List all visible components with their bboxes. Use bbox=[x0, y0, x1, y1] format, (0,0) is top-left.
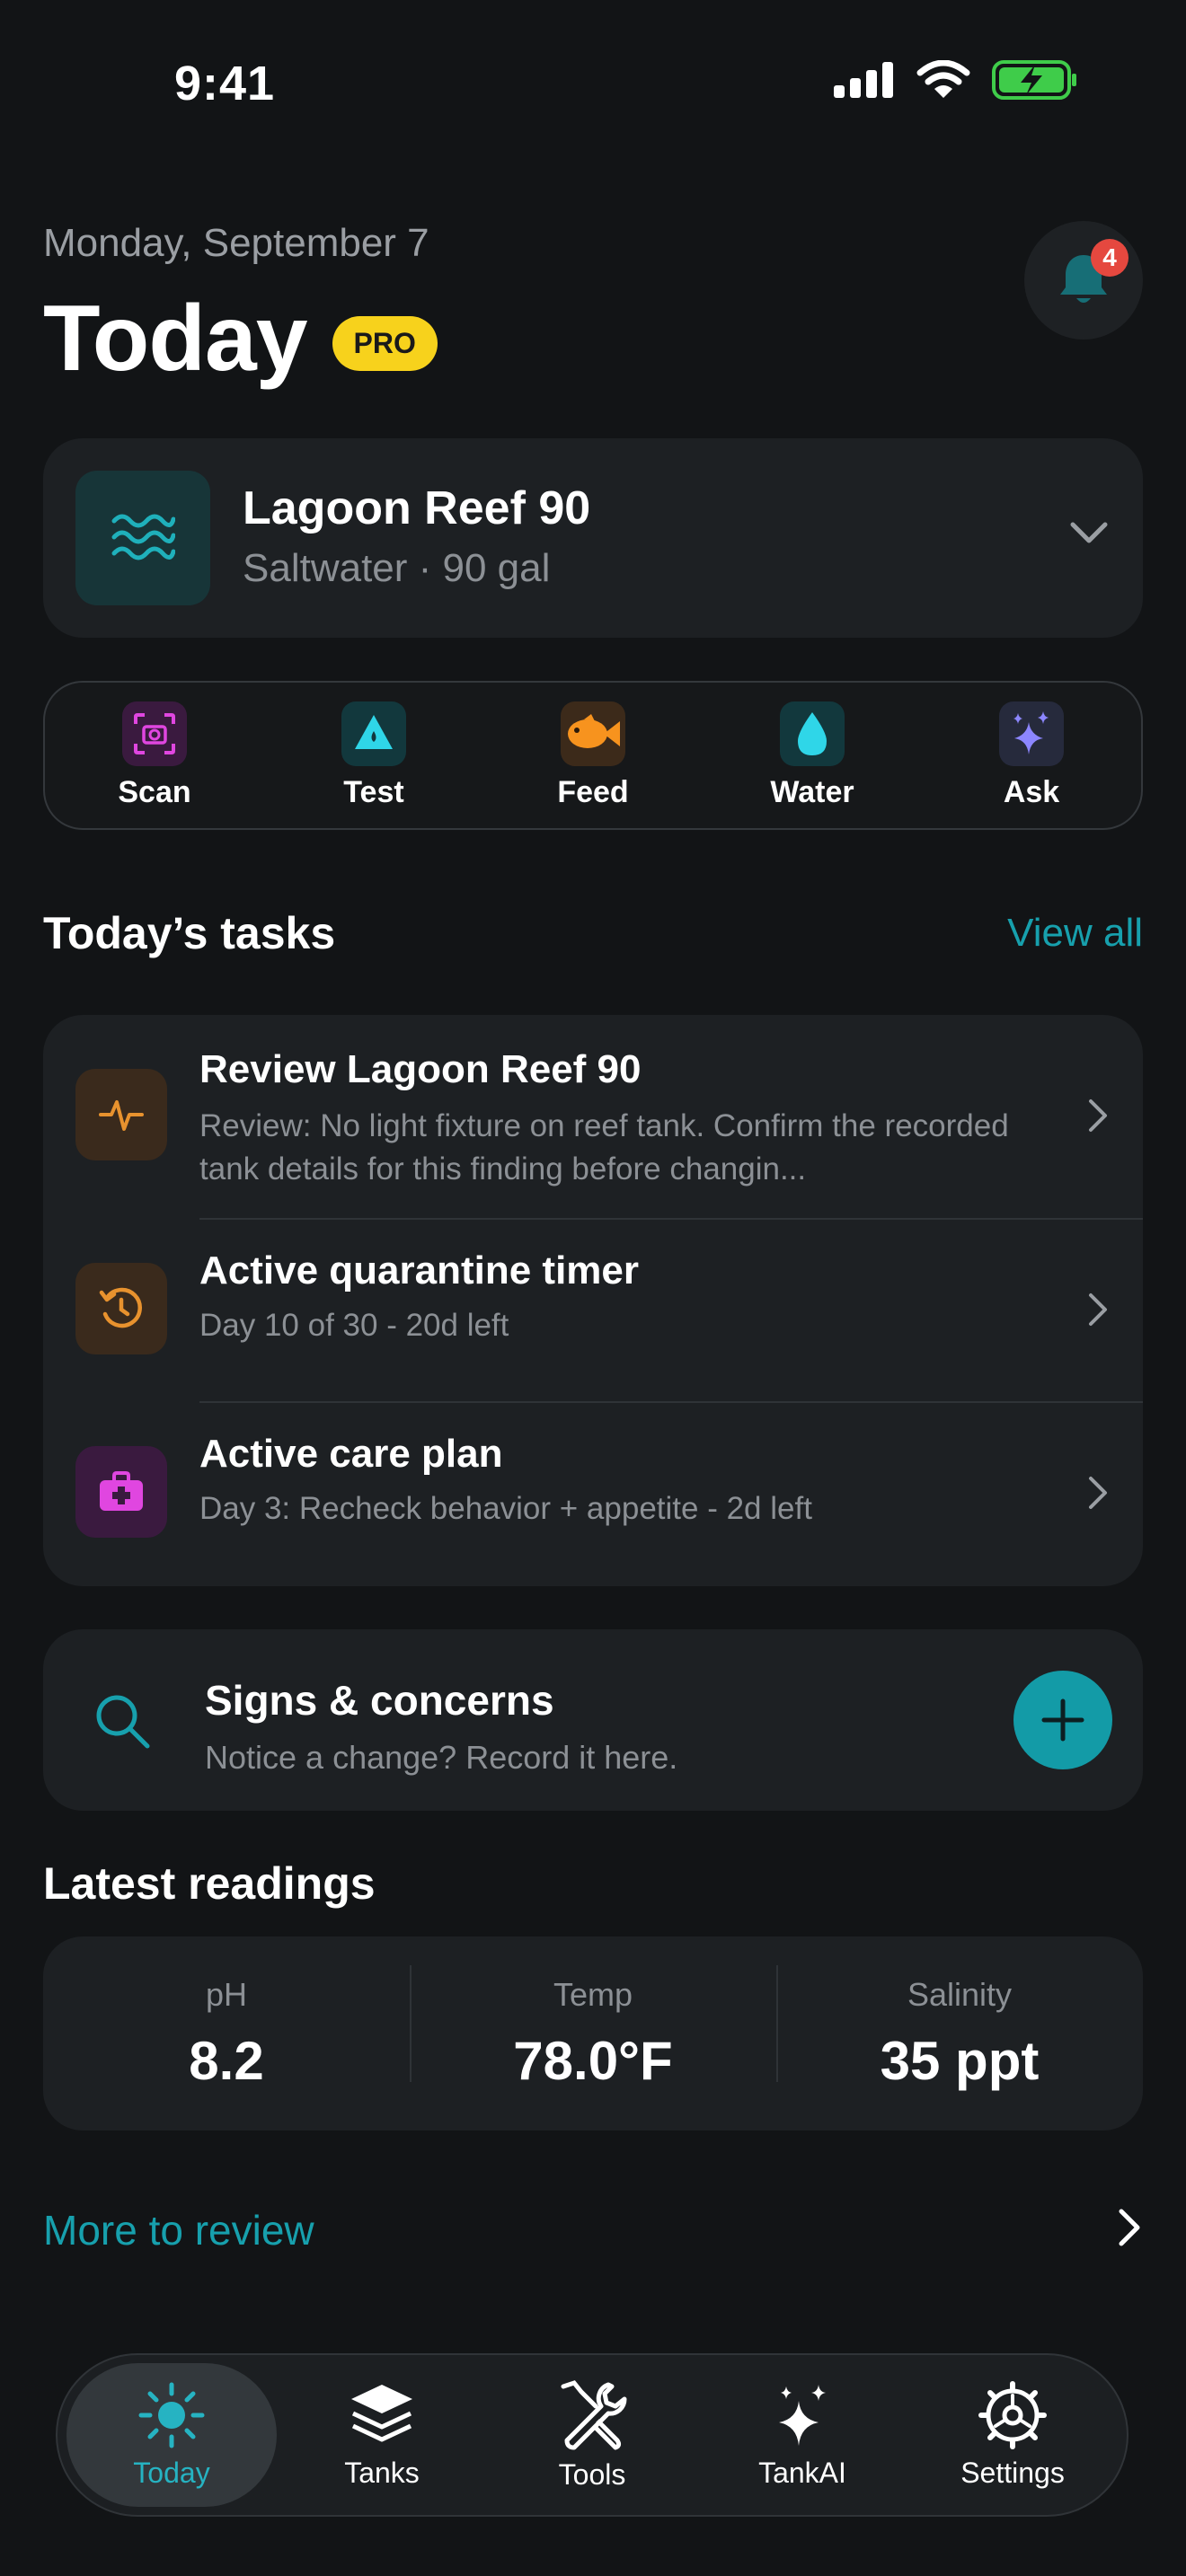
notification-count-badge: 4 bbox=[1091, 239, 1128, 277]
reading-value: 8.2 bbox=[189, 2030, 264, 2091]
title-row: Today PRO bbox=[43, 286, 438, 393]
task-title: Active quarantine timer bbox=[199, 1248, 640, 1292]
chevron-right-icon bbox=[1089, 1099, 1107, 1132]
quick-action-label: Water bbox=[770, 774, 854, 809]
quick-action-scan[interactable]: Scan bbox=[45, 683, 264, 828]
readings-section-title: Latest readings bbox=[43, 1858, 376, 1909]
task-title: Active care plan bbox=[199, 1432, 503, 1476]
sparkles-icon bbox=[779, 2384, 826, 2446]
quick-action-test[interactable]: Test bbox=[264, 683, 483, 828]
reading-value: 35 ppt bbox=[880, 2030, 1040, 2091]
medical-kit-icon bbox=[75, 1446, 167, 1538]
tab-label: TankAI bbox=[758, 2456, 846, 2489]
status-icons bbox=[834, 59, 1078, 101]
page-title: Today bbox=[43, 287, 308, 391]
readings-card[interactable]: pH 8.2 Temp 78.0°F Salinity 35 ppt bbox=[43, 1936, 1143, 2130]
fish-icon bbox=[561, 701, 625, 766]
reading-temp: Temp 78.0°F bbox=[410, 1964, 776, 2092]
tab-tankai[interactable]: TankAI bbox=[697, 2363, 907, 2507]
task-row[interactable]: Active care plan Day 3: Recheck behavior… bbox=[43, 1403, 1143, 1586]
signs-subtitle: Notice a change? Record it here. bbox=[205, 1739, 678, 1776]
reading-salinity: Salinity 35 ppt bbox=[776, 1964, 1143, 2092]
tab-label: Settings bbox=[960, 2456, 1065, 2489]
date-label: Monday, September 7 bbox=[43, 221, 429, 265]
quick-action-label: Scan bbox=[118, 774, 191, 809]
tank-name: Lagoon Reef 90 bbox=[243, 482, 591, 534]
chevron-down-icon bbox=[1070, 522, 1108, 543]
tab-today[interactable]: Today bbox=[66, 2363, 277, 2507]
tab-label: Tanks bbox=[344, 2456, 420, 2489]
status-time: 9:41 bbox=[174, 57, 276, 110]
reading-label: pH bbox=[205, 1975, 248, 2013]
quick-action-label: Test bbox=[343, 774, 404, 809]
tab-settings[interactable]: Settings bbox=[907, 2363, 1118, 2507]
quick-action-label: Ask bbox=[1003, 774, 1060, 809]
more-to-review-link[interactable]: More to review bbox=[43, 2206, 314, 2254]
view-all-link[interactable]: View all bbox=[1007, 911, 1143, 956]
cellular-signal-icon bbox=[834, 62, 893, 98]
water-drop-icon bbox=[780, 701, 845, 766]
task-row[interactable]: Active quarantine timer Day 10 of 30 - 2… bbox=[43, 1220, 1143, 1401]
layers-icon bbox=[351, 2384, 412, 2441]
tab-label: Tools bbox=[558, 2457, 626, 2491]
quick-actions-bar: Scan Test Feed Water Ask bbox=[43, 681, 1143, 830]
gear-icon bbox=[978, 2380, 1047, 2449]
waves-icon bbox=[75, 471, 210, 605]
pro-badge[interactable]: PRO bbox=[332, 316, 438, 371]
add-sign-button[interactable] bbox=[1013, 1671, 1112, 1769]
quick-action-water[interactable]: Water bbox=[703, 683, 922, 828]
tank-subtitle: Saltwater · 90 gal bbox=[243, 546, 551, 590]
quick-action-label: Feed bbox=[557, 774, 629, 809]
pulse-icon bbox=[75, 1069, 167, 1160]
chevron-right-icon[interactable] bbox=[1118, 2208, 1143, 2247]
history-clock-icon bbox=[75, 1263, 167, 1354]
plus-icon bbox=[1041, 1698, 1084, 1742]
tasks-section-title: Today’s tasks bbox=[43, 908, 336, 958]
tab-label: Today bbox=[133, 2456, 210, 2489]
reading-ph: pH 8.2 bbox=[43, 1976, 410, 2092]
tools-icon bbox=[561, 2379, 627, 2449]
task-subtitle: Day 10 of 30 - 20d left bbox=[199, 1308, 509, 1343]
tab-tanks[interactable]: Tanks bbox=[277, 2363, 487, 2507]
battery-charging-icon bbox=[992, 60, 1076, 100]
tab-bar: Today Tanks Tools TankAI Settings bbox=[56, 2353, 1128, 2517]
quick-action-ask[interactable]: Ask bbox=[922, 683, 1141, 828]
tasks-card: Review Lagoon Reef 90 Review: No light f… bbox=[43, 1015, 1143, 1586]
task-subtitle: Review: No light fixture on reef tank. C… bbox=[199, 1108, 1009, 1187]
signs-title: Signs & concerns bbox=[205, 1677, 554, 1724]
chevron-right-icon bbox=[1089, 1477, 1107, 1509]
sparkles-icon bbox=[999, 701, 1064, 766]
wifi-icon bbox=[916, 60, 970, 98]
quick-action-feed[interactable]: Feed bbox=[483, 683, 703, 828]
reading-label: Temp bbox=[553, 1975, 633, 2013]
tank-selector-card[interactable]: Lagoon Reef 90 Saltwater · 90 gal bbox=[43, 438, 1143, 638]
reading-label: Salinity bbox=[907, 1975, 1013, 2013]
signs-concerns-card[interactable]: Signs & concerns Notice a change? Record… bbox=[43, 1629, 1143, 1811]
scan-camera-icon bbox=[122, 701, 187, 766]
sun-icon bbox=[138, 2382, 205, 2448]
task-title: Review Lagoon Reef 90 bbox=[199, 1047, 642, 1091]
search-icon bbox=[96, 1695, 150, 1749]
task-row[interactable]: Review Lagoon Reef 90 Review: No light f… bbox=[43, 1015, 1143, 1218]
tab-tools[interactable]: Tools bbox=[487, 2363, 697, 2507]
task-subtitle: Day 3: Recheck behavior + appetite - 2d … bbox=[199, 1491, 812, 1526]
notifications-button[interactable]: 4 bbox=[1024, 221, 1143, 340]
test-drop-icon bbox=[341, 701, 406, 766]
chevron-right-icon bbox=[1089, 1293, 1107, 1326]
reading-value: 78.0°F bbox=[513, 2030, 673, 2091]
